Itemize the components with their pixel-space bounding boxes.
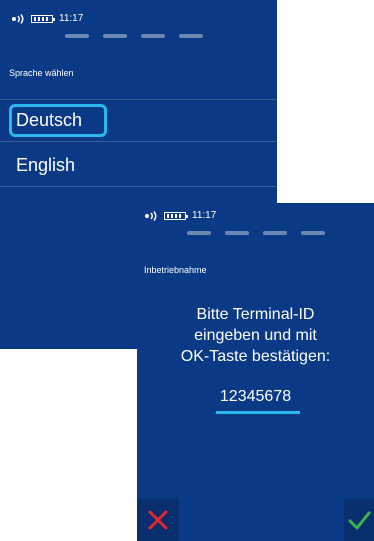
breadcrumb: Sprache wählen [9, 68, 74, 78]
battery-icon [31, 14, 55, 23]
status-bar: 11:17 [12, 13, 83, 24]
divider [0, 99, 277, 100]
input-underline [216, 411, 300, 414]
status-bar: 11:17 [145, 210, 216, 221]
prompt-line-3: OK-Taste bestätigen: [180, 348, 331, 365]
prompt-line-1: Bitte Terminal-ID [196, 306, 315, 323]
checkmark-icon [348, 511, 371, 530]
terminal-id-input[interactable]: 12345678 [137, 388, 374, 406]
cross-icon [148, 510, 168, 530]
breadcrumb: Inbetriebnahme [144, 265, 207, 275]
prompt-line-2: eingeben und mit [194, 327, 317, 344]
divider [0, 186, 277, 187]
contactless-signal-icon [145, 210, 159, 221]
divider [0, 141, 277, 142]
language-option-english[interactable]: English [16, 155, 75, 176]
progress-dashes [65, 34, 203, 38]
battery-icon [164, 211, 188, 220]
terminal-id-screen: 11:17 Inbetriebnahme Bitte Terminal-ID e… [137, 203, 374, 541]
ok-button[interactable] [344, 499, 374, 541]
cancel-button[interactable] [137, 499, 179, 541]
status-time: 11:17 [192, 210, 217, 221]
status-time: 11:17 [59, 13, 84, 24]
language-option-deutsch[interactable]: Deutsch [16, 110, 82, 131]
progress-dashes [187, 231, 325, 235]
contactless-signal-icon [12, 13, 26, 24]
